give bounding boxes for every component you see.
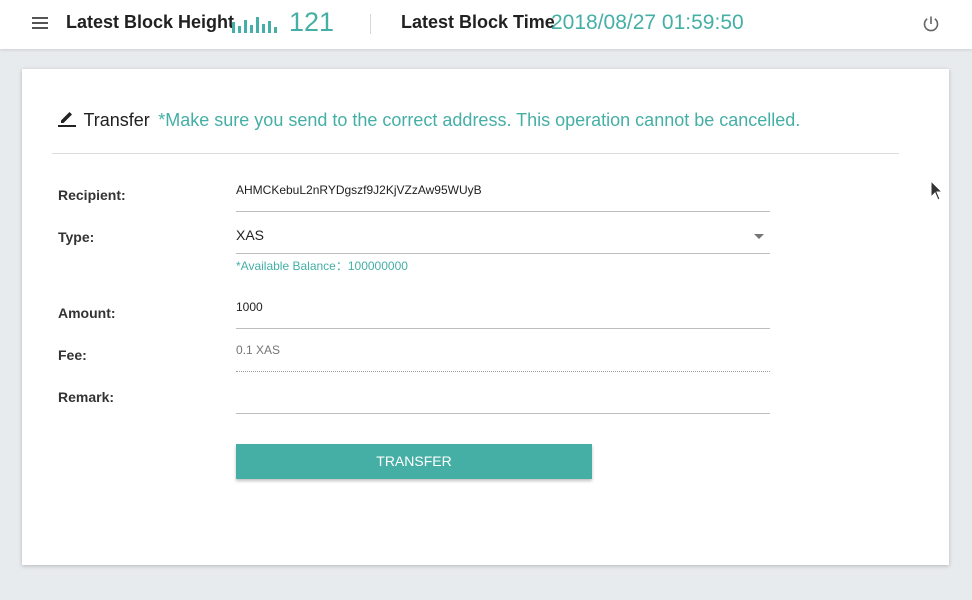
transfer-card: Transfer *Make sure you send to the corr… [22,69,949,565]
block-height-value: 121 [289,7,335,37]
power-icon[interactable] [921,14,941,34]
header-divider [370,14,371,34]
recipient-label: Recipient: [58,187,126,203]
type-label: Type: [58,229,95,245]
fee-label: Fee: [58,347,87,363]
mouse-cursor-icon [930,180,944,201]
remark-field[interactable] [236,381,770,414]
available-balance-hint: *Available Balance：100000000 [236,259,408,273]
card-header: Transfer *Make sure you send to the corr… [58,109,800,131]
amount-label: Amount: [58,305,116,321]
fee-field: 0.1 XAS [236,339,770,372]
block-time-label: Latest Block Time [401,12,555,32]
top-bar: Latest Block Height 121 Latest Block Tim… [0,0,972,49]
block-height-label: Latest Block Height [66,12,235,32]
fee-value: 0.1 XAS [236,343,281,357]
block-time-value: 2018/08/27 01:59:50 [551,11,744,34]
type-value[interactable]: XAS [236,227,264,243]
amount-value[interactable]: 1000 [236,300,263,314]
recipient-value[interactable]: AHMCKebuL2nRYDgszf9J2KjVZzAw95WUyB [236,183,482,197]
chevron-down-icon[interactable] [754,234,764,239]
remark-label: Remark: [58,389,115,405]
bar-chart-icon [232,17,277,33]
page-title: Transfer [83,110,150,130]
transfer-button[interactable]: TRANSFER [236,444,592,479]
transfer-warning: *Make sure you send to the correct addre… [158,110,801,130]
recipient-field[interactable]: AHMCKebuL2nRYDgszf9J2KjVZzAw95WUyB [236,179,770,212]
hamburger-menu-icon[interactable] [32,17,48,31]
edit-icon [58,112,76,127]
amount-field[interactable]: 1000 [236,296,770,329]
type-select[interactable]: XAS [236,221,770,254]
card-divider [52,153,899,154]
